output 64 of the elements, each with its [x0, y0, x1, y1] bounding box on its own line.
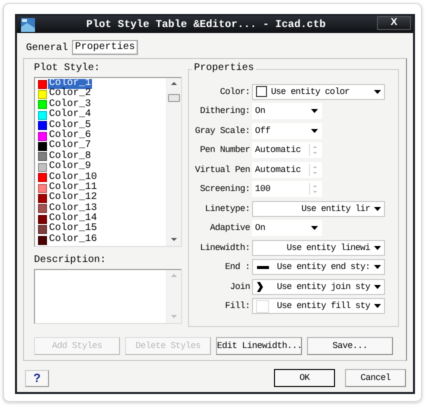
field-label: Gray Scale: — [194, 126, 250, 136]
tab[interactable]: Properties — [72, 40, 138, 55]
field-label: Linetype: — [204, 204, 250, 214]
dropdown[interactable]: Use entity end sty: — [252, 259, 385, 276]
dropdown[interactable]: Use entity lir — [252, 200, 385, 217]
caret-icon — [311, 109, 318, 114]
dropdown[interactable]: On — [252, 220, 322, 236]
field-label: Virtual Pen — [194, 164, 250, 175]
description-field[interactable] — [34, 269, 182, 324]
field-label: Adaptive — [208, 223, 250, 234]
field-label: Fill: — [224, 301, 250, 312]
list-item[interactable]: Color_16 — [48, 234, 98, 246]
field-label: Join — [228, 282, 250, 292]
caret-icon — [374, 304, 381, 308]
caret-icon — [374, 90, 381, 94]
dropdown[interactable]: Off — [252, 122, 322, 139]
list-item[interactable]: Color_9 — [48, 162, 92, 173]
caret-icon — [311, 128, 318, 133]
spin-field[interactable]: 100 — [252, 181, 322, 198]
list-item[interactable]: Color_4 — [48, 110, 92, 121]
field-label: End : — [224, 262, 250, 272]
caret-icon — [311, 226, 318, 230]
list-item[interactable]: Color_15 — [48, 224, 98, 235]
swatch-icon — [256, 86, 267, 98]
dialog-button[interactable]: Cancel — [345, 369, 406, 387]
field-label: Color: — [218, 86, 250, 97]
tab[interactable]: General — [24, 42, 70, 55]
join-icon — [257, 282, 263, 292]
spinner-arrows-icon — [309, 183, 319, 196]
action-button[interactable]: Edit Linewidth... — [216, 337, 302, 355]
list-item[interactable]: Color_12 — [48, 193, 98, 204]
scrollbar — [166, 270, 181, 323]
field-label: Screening: — [198, 184, 250, 194]
spinner-arrows-icon — [309, 144, 319, 156]
action-button[interactable]: Save... — [307, 337, 393, 355]
app-icon — [21, 18, 35, 32]
dropdown[interactable]: Use entity linewi — [252, 240, 385, 256]
field-label: Dithering: — [198, 106, 250, 116]
description-label: Description: — [34, 255, 108, 267]
close-button[interactable]: X — [377, 16, 411, 30]
help-button[interactable]: ? — [25, 370, 49, 386]
list-item[interactable]: Color_2 — [48, 89, 92, 100]
spin-field[interactable]: Automatic — [252, 142, 322, 158]
dropdown[interactable]: Use entity join sty — [252, 278, 385, 295]
dropdown[interactable]: Use entity fill sty — [252, 298, 385, 314]
dialog-button[interactable]: OK — [274, 369, 335, 387]
caret-icon — [374, 246, 381, 250]
caret-icon — [374, 284, 381, 289]
list-item[interactable]: Color_5 — [48, 120, 92, 131]
list-item[interactable]: Color_10 — [48, 172, 98, 183]
spin-field[interactable]: Automatic — [252, 162, 322, 178]
caret-icon — [374, 265, 381, 270]
field-label: Linewidth: — [198, 242, 250, 253]
dropdown[interactable]: On — [252, 103, 322, 120]
fill-swatch-icon — [256, 300, 269, 313]
dropdown[interactable]: Use entity color — [252, 84, 385, 100]
list-item[interactable]: Color_7 — [48, 141, 92, 152]
field-label: Pen Number — [198, 145, 250, 156]
spinner-arrows-icon — [309, 164, 319, 176]
plot-style-label: Plot Style: — [34, 63, 102, 75]
group-title: Properties — [192, 63, 256, 75]
caret-icon — [374, 206, 381, 211]
scrollbar[interactable] — [166, 78, 181, 246]
window-title: Plot Style Table &Editor... - Icad.ctb — [85, 18, 327, 30]
